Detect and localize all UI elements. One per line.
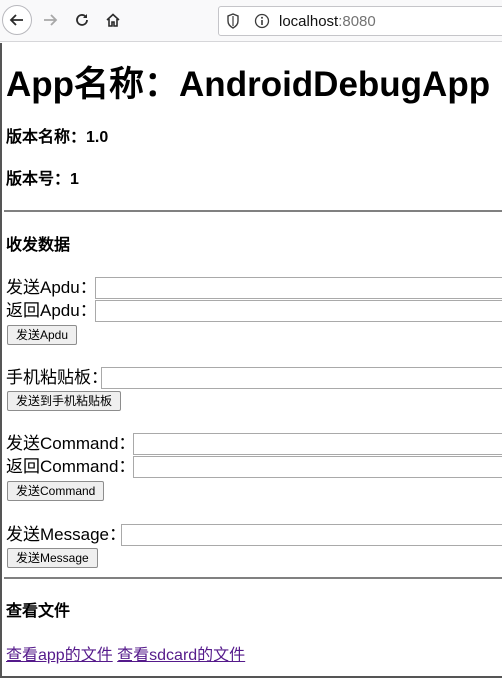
send-message-button[interactable]: 发送Message [7,548,98,568]
version-name: 版本名称：1.0 [6,129,109,146]
return-apdu-label: 返回Apdu： [6,301,97,320]
back-arrow-icon [9,14,23,26]
url-port: :8080 [338,13,376,30]
send-apdu-label: 发送Apdu： [6,278,97,297]
site-info-icon[interactable] [254,13,270,34]
file-links: 查看app的文件 查看sdcard的文件 [6,646,245,666]
send-command-label: 发送Command： [6,434,136,453]
send-command-button[interactable]: 发送Command [7,481,105,501]
send-message-input[interactable] [121,524,502,546]
divider [4,210,502,212]
return-command-label: 返回Command： [6,457,136,476]
url-host: localhost [279,13,339,30]
reload-icon [76,14,88,26]
clipboard-input[interactable] [101,367,502,389]
send-message-label: 发送Message： [6,525,126,544]
tracking-shield-icon[interactable] [226,13,240,34]
page-content: App名称：AndroidDebugApp 版本名称：1.0 版本号：1 收发数… [0,43,502,678]
section-title-files: 查看文件 [6,603,71,620]
send-apdu-button[interactable]: 发送Apdu [7,325,78,345]
send-apdu-input[interactable] [95,277,502,299]
forward-button[interactable] [35,5,65,35]
send-command-row: 发送Command： [6,433,135,455]
reload-button[interactable] [67,5,97,35]
return-apdu-input[interactable] [95,300,502,322]
send-message-row: 发送Message： [6,524,126,546]
send-command-input[interactable] [133,433,502,455]
view-app-files-link[interactable]: 查看app的文件 [6,647,113,664]
return-command-input[interactable] [133,456,502,478]
browser-toolbar: localhost:8080 [0,0,502,42]
section-title-data: 收发数据 [6,237,71,254]
home-button[interactable] [98,5,128,35]
view-sdcard-files-link[interactable]: 查看sdcard的文件 [117,647,245,664]
return-command-row: 返回Command： [6,456,135,478]
home-icon [106,13,120,27]
clipboard-label: 手机粘贴板： [6,368,108,387]
return-apdu-row: 返回Apdu： [6,300,97,322]
version-code: 版本号：1 [6,171,79,188]
url-text[interactable]: localhost:8080 [279,13,376,31]
clipboard-row: 手机粘贴板： [6,367,108,389]
back-button[interactable] [2,5,32,35]
send-apdu-row: 发送Apdu： [6,277,97,299]
send-to-clipboard-button[interactable]: 发送到手机粘贴板 [7,391,122,411]
url-bar[interactable]: localhost:8080 [218,6,502,36]
forward-arrow-icon [44,14,58,26]
divider [4,577,502,579]
app-name-heading: App名称：AndroidDebugApp [6,65,491,104]
